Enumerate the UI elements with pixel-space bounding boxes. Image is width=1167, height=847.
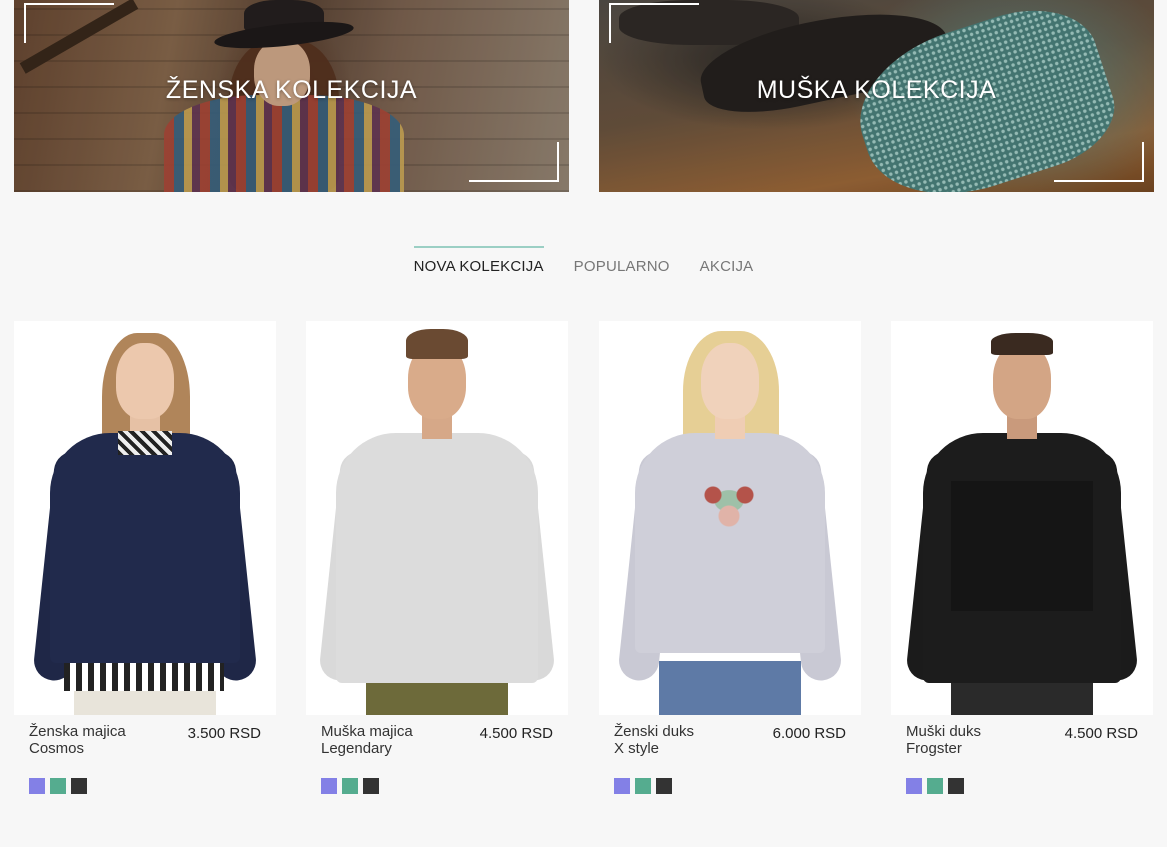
color-swatches	[321, 778, 379, 794]
product-name-line2: Cosmos	[29, 740, 85, 757]
product-info: Ženski duks X style 6.000 RSD	[599, 715, 861, 794]
swatch-purple[interactable]	[906, 778, 922, 794]
model-sweater	[635, 433, 825, 653]
model-face	[116, 343, 174, 419]
model-sweater-print	[689, 471, 769, 531]
swatch-purple[interactable]	[614, 778, 630, 794]
product-card[interactable]: Muški duks Frogster 4.500 RSD	[891, 321, 1153, 794]
corner-frame-bottom-right	[469, 142, 559, 182]
swatch-purple[interactable]	[29, 778, 45, 794]
product-price: 6.000 RSD	[772, 725, 846, 742]
product-price: 3.500 RSD	[187, 725, 261, 742]
tab-nova-kolekcija[interactable]: NOVA KOLEKCIJA	[413, 246, 544, 275]
model-sweatshirt-panel	[951, 481, 1093, 611]
swatch-green[interactable]	[635, 778, 651, 794]
product-image[interactable]	[306, 321, 568, 715]
color-swatches	[29, 778, 87, 794]
product-card[interactable]: Muška majica Legendary 4.500 RSD	[306, 321, 568, 794]
model-jeans	[659, 661, 801, 715]
product-name-line1: Muška majica	[321, 723, 413, 740]
model-hair	[991, 333, 1053, 355]
product-info: Muški duks Frogster 4.500 RSD	[891, 715, 1153, 794]
model-sweater	[50, 433, 240, 663]
product-price: 4.500 RSD	[479, 725, 553, 742]
product-name-line2: Legendary	[321, 740, 392, 757]
swatch-purple[interactable]	[321, 778, 337, 794]
model-face	[701, 343, 759, 419]
product-name-line1: Muški duks	[906, 723, 982, 740]
banner-men-collection[interactable]: MUŠKA KOLEKCIJA	[599, 0, 1154, 192]
corner-frame-top-left	[609, 3, 699, 43]
product-name[interactable]: Muška majica Legendary	[321, 723, 451, 757]
banner-women-collection[interactable]: ŽENSKA KOLEKCIJA	[14, 0, 569, 192]
swatch-green[interactable]	[50, 778, 66, 794]
swatch-black[interactable]	[656, 778, 672, 794]
swatch-green[interactable]	[927, 778, 943, 794]
product-card[interactable]: Ženska majica Cosmos 3.500 RSD	[14, 321, 276, 794]
color-swatches	[906, 778, 964, 794]
swatch-black[interactable]	[363, 778, 379, 794]
product-name[interactable]: Ženski duks X style	[614, 723, 744, 757]
product-card[interactable]: Ženski duks X style 6.000 RSD	[599, 321, 861, 794]
product-name[interactable]: Ženska majica Cosmos	[29, 723, 159, 757]
product-name-line2: Frogster	[906, 740, 962, 757]
tab-akcija[interactable]: AKCIJA	[700, 246, 754, 275]
corner-frame-top-left	[24, 3, 114, 43]
product-info: Ženska majica Cosmos 3.500 RSD	[14, 715, 276, 794]
model-collar	[118, 431, 172, 455]
product-name[interactable]: Muški duks Frogster	[906, 723, 1036, 757]
product-info: Muška majica Legendary 4.500 RSD	[306, 715, 568, 794]
product-image[interactable]	[599, 321, 861, 715]
product-image[interactable]	[891, 321, 1153, 715]
product-image[interactable]	[14, 321, 276, 715]
model-hair	[406, 329, 468, 359]
corner-frame-bottom-right	[1054, 142, 1144, 182]
swatch-black[interactable]	[948, 778, 964, 794]
swatch-black[interactable]	[71, 778, 87, 794]
collection-tabs: NOVA KOLEKCIJA POPULARNO AKCIJA	[0, 246, 1167, 275]
swatch-green[interactable]	[342, 778, 358, 794]
product-price: 4.500 RSD	[1064, 725, 1138, 742]
product-name-line1: Ženski duks	[614, 723, 695, 740]
product-name-line2: X style	[614, 740, 660, 757]
banner-title-men: MUŠKA KOLEKCIJA	[756, 76, 997, 104]
color-swatches	[614, 778, 672, 794]
model-sweater	[336, 433, 538, 683]
tab-popularno[interactable]: POPULARNO	[574, 246, 670, 275]
banner-title-women: ŽENSKA KOLEKCIJA	[165, 76, 418, 104]
product-name-line1: Ženska majica	[29, 723, 126, 740]
